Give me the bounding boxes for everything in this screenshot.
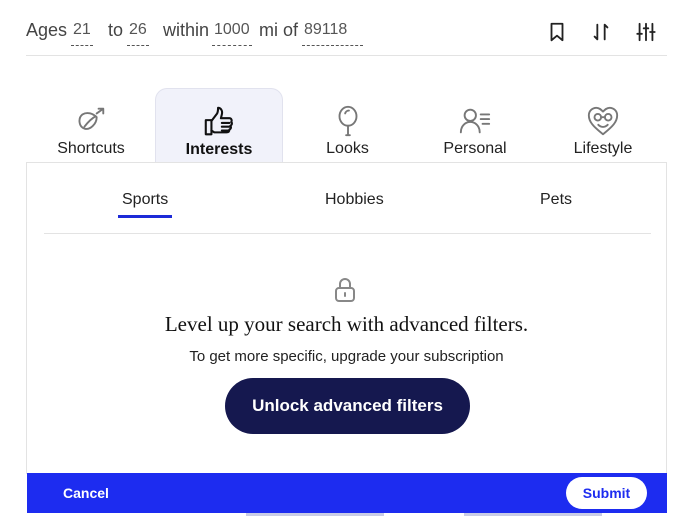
upsell-subtitle: To get more specific, upgrade your subsc… bbox=[189, 348, 504, 365]
sort-icon[interactable] bbox=[588, 18, 614, 46]
upsell-title: Level up your search with advanced filte… bbox=[164, 312, 529, 336]
tab-label: Looks bbox=[326, 140, 369, 157]
bookmark-icon[interactable] bbox=[544, 18, 570, 46]
lifestyle-icon bbox=[585, 103, 621, 139]
tab-looks[interactable]: Looks bbox=[284, 88, 411, 163]
tab-label: Shortcuts bbox=[57, 140, 125, 157]
shortcuts-icon bbox=[73, 103, 109, 139]
filter-panel: Sports Hobbies Pets Level up your search… bbox=[26, 162, 667, 474]
personal-icon bbox=[457, 103, 493, 139]
to-label: to bbox=[108, 20, 124, 40]
lock-icon bbox=[335, 278, 355, 302]
category-tabs: Shortcuts Interests Looks Personal Lifes… bbox=[26, 88, 667, 163]
thumbs-up-icon bbox=[201, 104, 237, 140]
subtab-hobbies[interactable]: Hobbies bbox=[325, 191, 384, 209]
tab-interests[interactable]: Interests bbox=[155, 88, 283, 163]
subtab-pets[interactable]: Pets bbox=[540, 191, 572, 209]
ages-label: Ages bbox=[26, 20, 68, 40]
mi-of-label: mi of bbox=[259, 20, 299, 40]
age-min-field[interactable]: 21 bbox=[71, 21, 93, 46]
tab-label: Lifestyle bbox=[573, 140, 633, 157]
subcategory-tabs: Sports Hobbies Pets bbox=[44, 163, 651, 234]
age-max-field[interactable]: 26 bbox=[127, 21, 149, 46]
submit-button[interactable]: Submit bbox=[566, 477, 647, 509]
tab-label: Personal bbox=[443, 140, 507, 157]
subtab-sports[interactable]: Sports bbox=[117, 191, 173, 218]
tab-shortcuts[interactable]: Shortcuts bbox=[26, 88, 156, 163]
within-label: within bbox=[163, 20, 210, 40]
cancel-button[interactable]: Cancel bbox=[63, 485, 109, 501]
filter-sliders-icon[interactable] bbox=[633, 18, 659, 46]
footer-action-bar: Cancel Submit bbox=[27, 473, 667, 513]
unlock-advanced-filters-button[interactable]: Unlock advanced filters bbox=[225, 378, 470, 434]
search-criteria-bar: Ages 21 to 26 within 1000 mi of 89118 bbox=[26, 0, 667, 56]
tab-lifestyle[interactable]: Lifestyle bbox=[539, 88, 667, 163]
distance-field[interactable]: 1000 bbox=[212, 21, 252, 46]
zip-field[interactable]: 89118 bbox=[302, 21, 363, 46]
tab-personal[interactable]: Personal bbox=[411, 88, 539, 163]
tab-label: Interests bbox=[185, 141, 253, 158]
looks-icon bbox=[330, 103, 366, 139]
